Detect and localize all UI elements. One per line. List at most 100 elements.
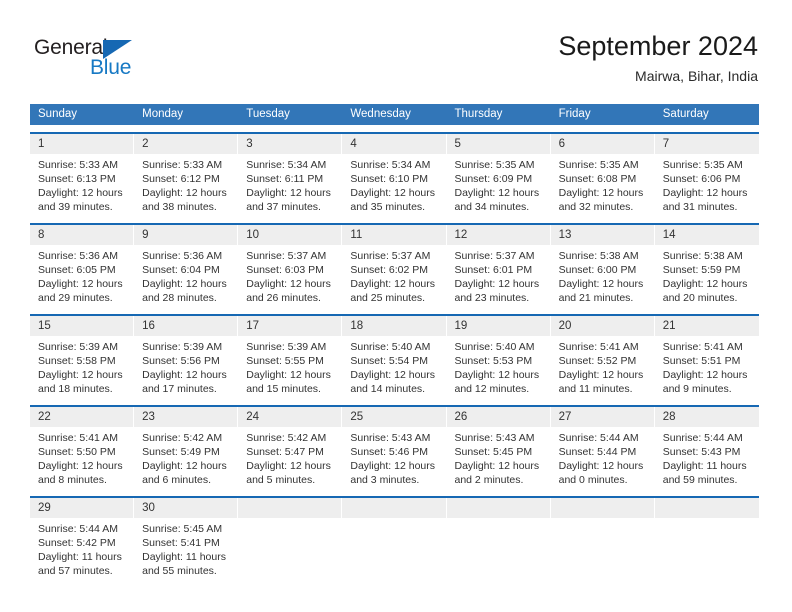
day-detail-cell[interactable]: Sunrise: 5:45 AM Sunset: 5:41 PM Dayligh…: [134, 518, 238, 580]
sunrise-text: Sunrise: 5:35 AM: [662, 159, 743, 171]
day-number-cell[interactable]: 3: [238, 134, 343, 154]
day-number-cell[interactable]: 11: [342, 225, 447, 245]
day-number-cell[interactable]: 8: [30, 225, 135, 245]
day-detail-cell[interactable]: Sunrise: 5:44 AM Sunset: 5:44 PM Dayligh…: [551, 427, 655, 489]
day-detail-cell[interactable]: Sunrise: 5:38 AM Sunset: 6:00 PM Dayligh…: [551, 245, 655, 307]
daylight-text-line2: and 59 minutes.: [662, 474, 738, 486]
day-number-cell[interactable]: 21: [654, 316, 759, 336]
day-detail-cell[interactable]: Sunrise: 5:34 AM Sunset: 6:10 PM Dayligh…: [342, 154, 446, 216]
day-number-cell[interactable]: 18: [342, 316, 447, 336]
sunset-text: Sunset: 5:59 PM: [662, 264, 741, 276]
day-number: 24: [246, 411, 260, 423]
day-detail-cell[interactable]: Sunrise: 5:39 AM Sunset: 5:56 PM Dayligh…: [134, 336, 238, 398]
day-number: 9: [142, 229, 149, 241]
day-detail-cell[interactable]: Sunrise: 5:39 AM Sunset: 5:55 PM Dayligh…: [238, 336, 342, 398]
day-number-cell[interactable]: 13: [550, 225, 655, 245]
daylight-text-line1: Daylight: 12 hours: [454, 369, 540, 381]
daylight-text-line1: Daylight: 12 hours: [38, 278, 123, 290]
brand-logo[interactable]: General Blue: [34, 36, 234, 88]
day-detail-cell[interactable]: Sunrise: 5:37 AM Sunset: 6:02 PM Dayligh…: [342, 245, 446, 307]
daylight-text-line2: and 28 minutes.: [142, 292, 217, 304]
daylight-text-line2: and 34 minutes.: [454, 201, 530, 213]
sunrise-text: Sunrise: 5:37 AM: [454, 250, 535, 262]
day-number-cell[interactable]: 6: [550, 134, 655, 154]
day-number-cell[interactable]: 15: [30, 316, 135, 336]
day-number-cell[interactable]: 5: [446, 134, 551, 154]
day-detail-cell[interactable]: Sunrise: 5:40 AM Sunset: 5:54 PM Dayligh…: [342, 336, 446, 398]
day-detail-cell[interactable]: Sunrise: 5:33 AM Sunset: 6:13 PM Dayligh…: [30, 154, 134, 216]
daylight-text-line1: Daylight: 12 hours: [454, 460, 540, 472]
sunset-text: Sunset: 6:13 PM: [38, 173, 116, 185]
day-detail-cell[interactable]: Sunrise: 5:43 AM Sunset: 5:46 PM Dayligh…: [342, 427, 446, 489]
day-detail-cell[interactable]: Sunrise: 5:36 AM Sunset: 6:05 PM Dayligh…: [30, 245, 134, 307]
day-number-cell[interactable]: 7: [654, 134, 759, 154]
day-number-cell[interactable]: 22: [30, 407, 135, 427]
day-number-cell[interactable]: 23: [134, 407, 239, 427]
day-number-cell[interactable]: 12: [446, 225, 551, 245]
weekday-header-row: Sunday Monday Tuesday Wednesday Thursday…: [30, 104, 759, 125]
day-number-cell[interactable]: 25: [342, 407, 447, 427]
brand-name-blue: Blue: [90, 56, 132, 79]
day-detail-cell[interactable]: Sunrise: 5:41 AM Sunset: 5:51 PM Dayligh…: [655, 336, 759, 398]
day-number-cell[interactable]: 16: [134, 316, 239, 336]
day-detail-cell[interactable]: Sunrise: 5:42 AM Sunset: 5:47 PM Dayligh…: [238, 427, 342, 489]
daylight-text-line2: and 3 minutes.: [350, 474, 420, 486]
day-detail-cell[interactable]: Sunrise: 5:39 AM Sunset: 5:58 PM Dayligh…: [30, 336, 134, 398]
day-number: 26: [454, 411, 468, 423]
day-number-cell[interactable]: 20: [550, 316, 655, 336]
sunrise-text: Sunrise: 5:33 AM: [142, 159, 223, 171]
daylight-text-line2: and 37 minutes.: [246, 201, 321, 213]
day-detail-cell[interactable]: Sunrise: 5:37 AM Sunset: 6:03 PM Dayligh…: [238, 245, 342, 307]
day-detail-cell[interactable]: Sunrise: 5:43 AM Sunset: 5:45 PM Dayligh…: [447, 427, 551, 489]
title-block: September 2024 Mairwa, Bihar, India: [558, 30, 758, 86]
sunrise-text: Sunrise: 5:41 AM: [558, 341, 639, 353]
daylight-text-line2: and 39 minutes.: [38, 201, 113, 213]
daylight-text-line2: and 55 minutes.: [142, 565, 217, 577]
day-detail-cell[interactable]: Sunrise: 5:34 AM Sunset: 6:11 PM Dayligh…: [238, 154, 342, 216]
day-detail-cell[interactable]: Sunrise: 5:37 AM Sunset: 6:01 PM Dayligh…: [447, 245, 551, 307]
day-detail-cell[interactable]: Sunrise: 5:35 AM Sunset: 6:06 PM Dayligh…: [655, 154, 759, 216]
day-number-cell[interactable]: 26: [446, 407, 551, 427]
day-detail-cell[interactable]: Sunrise: 5:36 AM Sunset: 6:04 PM Dayligh…: [134, 245, 238, 307]
day-number: 19: [454, 320, 468, 332]
day-number-cell[interactable]: 30: [134, 498, 239, 518]
day-number-cell[interactable]: 2: [134, 134, 239, 154]
day-detail-cell-empty: [342, 518, 446, 580]
day-detail-cell[interactable]: Sunrise: 5:33 AM Sunset: 6:12 PM Dayligh…: [134, 154, 238, 216]
day-number-cell[interactable]: 29: [30, 498, 135, 518]
sunrise-text: Sunrise: 5:41 AM: [662, 341, 743, 353]
day-number-cell[interactable]: 24: [238, 407, 343, 427]
day-detail-cell[interactable]: Sunrise: 5:41 AM Sunset: 5:50 PM Dayligh…: [30, 427, 134, 489]
location-subtitle: Mairwa, Bihar, India: [635, 68, 758, 84]
day-number-cell[interactable]: 27: [550, 407, 655, 427]
day-number-cell[interactable]: 1: [30, 134, 135, 154]
sunrise-text: Sunrise: 5:40 AM: [350, 341, 431, 353]
sunrise-text: Sunrise: 5:44 AM: [38, 523, 118, 535]
day-detail-cell[interactable]: Sunrise: 5:38 AM Sunset: 5:59 PM Dayligh…: [655, 245, 759, 307]
sunset-text: Sunset: 5:56 PM: [142, 355, 220, 367]
day-number-cell[interactable]: 9: [134, 225, 239, 245]
day-detail-cell[interactable]: Sunrise: 5:42 AM Sunset: 5:49 PM Dayligh…: [134, 427, 238, 489]
day-detail-cell[interactable]: Sunrise: 5:44 AM Sunset: 5:42 PM Dayligh…: [30, 518, 134, 580]
day-detail-cell[interactable]: Sunrise: 5:35 AM Sunset: 6:08 PM Dayligh…: [551, 154, 655, 216]
day-detail-cell[interactable]: Sunrise: 5:35 AM Sunset: 6:09 PM Dayligh…: [447, 154, 551, 216]
daylight-text-line1: Daylight: 12 hours: [662, 369, 748, 381]
day-detail-cell-empty: [655, 518, 759, 580]
sunrise-text: Sunrise: 5:37 AM: [350, 250, 431, 262]
sunset-text: Sunset: 5:41 PM: [142, 537, 220, 549]
day-detail-cell[interactable]: Sunrise: 5:40 AM Sunset: 5:53 PM Dayligh…: [447, 336, 551, 398]
week-row: 1 2 3 4 5 6 7 Sunrise: 5:33 AM Sunset: 6…: [30, 132, 759, 216]
day-number-cell[interactable]: 14: [654, 225, 759, 245]
day-number-cell[interactable]: 19: [446, 316, 551, 336]
daylight-text-line1: Daylight: 11 hours: [38, 551, 122, 563]
day-detail-cell[interactable]: Sunrise: 5:41 AM Sunset: 5:52 PM Dayligh…: [551, 336, 655, 398]
day-number-cell[interactable]: 10: [238, 225, 343, 245]
day-number-cell[interactable]: 4: [342, 134, 447, 154]
day-number-cell-empty: [446, 498, 551, 518]
week-detail-row: Sunrise: 5:33 AM Sunset: 6:13 PM Dayligh…: [30, 154, 759, 216]
day-detail-cell[interactable]: Sunrise: 5:44 AM Sunset: 5:43 PM Dayligh…: [655, 427, 759, 489]
day-number-cell[interactable]: 17: [238, 316, 343, 336]
sunset-text: Sunset: 5:58 PM: [38, 355, 116, 367]
day-number-cell[interactable]: 28: [654, 407, 759, 427]
sunset-text: Sunset: 5:50 PM: [38, 446, 116, 458]
